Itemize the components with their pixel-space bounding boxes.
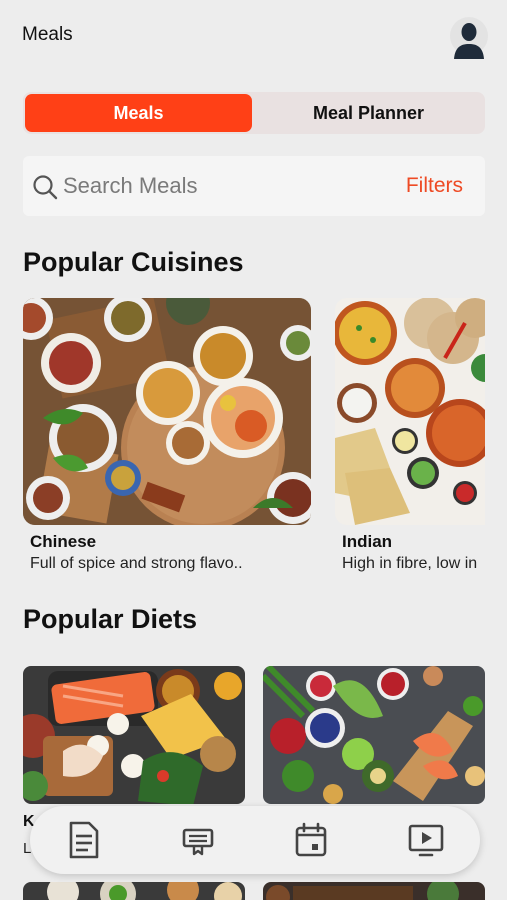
page-title: Meals — [22, 24, 73, 45]
chinese-food-image — [23, 298, 311, 525]
video-play-icon[interactable] — [406, 820, 446, 860]
filters-button[interactable]: Filters — [406, 174, 463, 198]
search-input[interactable] — [63, 170, 363, 202]
document-icon[interactable] — [64, 820, 104, 860]
diet-card-image[interactable] — [23, 666, 245, 804]
popular-diets-heading: Popular Diets — [23, 604, 198, 634]
search-bar: Filters — [23, 156, 485, 216]
meal-tabs: Meals Meal Planner — [23, 92, 485, 134]
calendar-icon[interactable] — [291, 820, 331, 860]
bottom-navigation — [30, 806, 480, 874]
cuisine-description: Full of spice and strong flavo.. — [30, 555, 243, 572]
cuisine-description: High in fibre, low in — [342, 555, 478, 572]
search-icon — [32, 174, 58, 200]
diet-card-image[interactable] — [263, 666, 485, 804]
user-avatar-icon[interactable] — [449, 16, 489, 60]
popular-cuisines-heading: Popular Cuisines — [23, 247, 244, 277]
recipe-book-icon[interactable] — [178, 820, 218, 860]
cuisine-name: Indian — [342, 532, 393, 551]
cuisine-carousel[interactable]: Chinese Full of spice and strong flavo.. — [23, 298, 485, 588]
cuisine-card-chinese[interactable]: Chinese Full of spice and strong flavo.. — [23, 298, 311, 573]
cuisine-name: Chinese — [30, 532, 97, 551]
tab-meal-planner[interactable]: Meal Planner — [254, 94, 483, 132]
tab-meals[interactable]: Meals — [25, 94, 252, 132]
diet-card-image[interactable] — [263, 882, 485, 900]
diet-card-image[interactable] — [23, 882, 245, 900]
top-bar: Meals — [0, 0, 507, 70]
indian-food-image — [335, 298, 485, 525]
cuisine-card-indian[interactable]: Indian High in fibre, low in — [335, 298, 485, 573]
